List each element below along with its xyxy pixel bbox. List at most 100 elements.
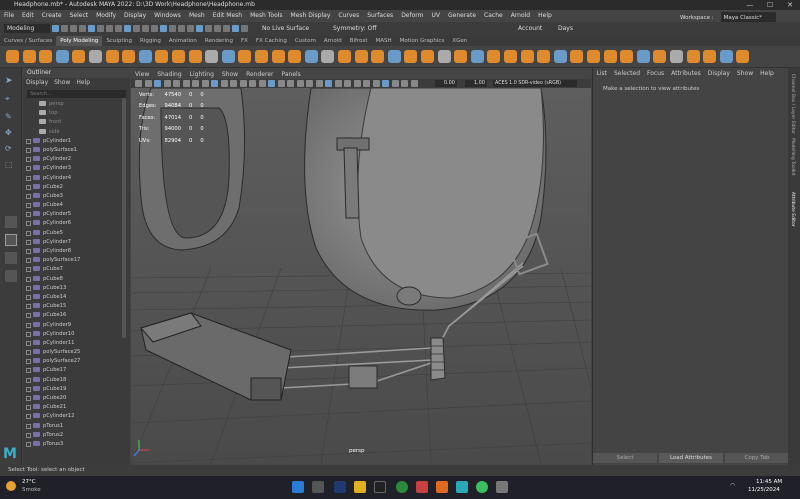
menu-file[interactable]: File bbox=[0, 10, 18, 22]
viewport-tool-icon[interactable] bbox=[239, 80, 247, 87]
status-tool-icon[interactable] bbox=[97, 25, 104, 32]
outliner-menu-show[interactable]: Show bbox=[51, 78, 73, 88]
paint-select-icon[interactable]: ✎ bbox=[5, 112, 12, 121]
outliner-item[interactable]: pCube5 bbox=[23, 229, 130, 238]
layout-four-icon[interactable] bbox=[5, 234, 17, 246]
outliner-item[interactable]: pCylinder5 bbox=[23, 210, 130, 219]
expand-icon[interactable] bbox=[26, 203, 31, 209]
expand-icon[interactable] bbox=[26, 138, 31, 144]
layout-outliner-icon[interactable] bbox=[5, 270, 17, 282]
expand-icon[interactable] bbox=[26, 258, 31, 264]
outliner-search-input[interactable]: Search... bbox=[27, 90, 126, 98]
menuset-dropdown[interactable]: Modeling bbox=[4, 24, 50, 33]
outliner-item[interactable]: pCube13 bbox=[23, 284, 130, 293]
outliner-item[interactable]: pCube3 bbox=[23, 192, 130, 201]
xbox-icon[interactable] bbox=[396, 481, 408, 493]
menu-mesh[interactable]: Mesh bbox=[185, 10, 209, 22]
shelf-tab-rigging[interactable]: Rigging bbox=[136, 36, 165, 46]
shelf-tab-xgen[interactable]: XGen bbox=[448, 36, 471, 46]
expand-icon[interactable] bbox=[26, 377, 31, 383]
shelf-tool-icon[interactable] bbox=[520, 50, 534, 63]
expand-icon[interactable] bbox=[26, 359, 31, 365]
shelf-tool-icon[interactable] bbox=[686, 50, 700, 63]
viewport-tool-icon[interactable] bbox=[135, 80, 142, 87]
rotate-tool-icon[interactable]: ⟳ bbox=[5, 144, 12, 153]
menu-edit[interactable]: Edit bbox=[18, 10, 38, 22]
viewport-menu-view[interactable]: View bbox=[131, 70, 153, 79]
outliner-item[interactable]: pCylinder7 bbox=[23, 238, 130, 247]
menu-generate[interactable]: Generate bbox=[444, 10, 480, 22]
outliner-item[interactable]: pTorus1 bbox=[23, 422, 130, 431]
shelf-tab-fx-caching[interactable]: FX Caching bbox=[252, 36, 291, 46]
shelf-tool-icon[interactable] bbox=[338, 50, 351, 63]
shelf-tool-icon[interactable] bbox=[288, 50, 302, 63]
viewport-menu-panels[interactable]: Panels bbox=[277, 70, 304, 79]
viewport-tool-icon[interactable] bbox=[220, 80, 228, 87]
shelf-tool-icon[interactable] bbox=[703, 50, 717, 63]
store-icon[interactable] bbox=[416, 481, 428, 493]
layout-single-icon[interactable] bbox=[5, 216, 17, 228]
outliner-item[interactable]: pCube15 bbox=[23, 302, 130, 311]
side-tab-attribute-editor[interactable]: Attribute Editor bbox=[790, 192, 795, 227]
menu-windows[interactable]: Windows bbox=[150, 10, 185, 22]
shelf-tool-icon[interactable] bbox=[487, 50, 501, 63]
shelf-tool-icon[interactable] bbox=[387, 50, 401, 63]
shelf-tab-poly-modeling[interactable]: Poly Modeling bbox=[56, 36, 103, 46]
brave-icon[interactable] bbox=[436, 481, 448, 493]
side-tab-modelling-toolkit[interactable]: Modelling Toolkit bbox=[790, 138, 795, 176]
viewport-tool-icon[interactable] bbox=[277, 80, 285, 87]
viewport-tool-icon[interactable] bbox=[249, 80, 256, 87]
attr-menu-selected[interactable]: Selected bbox=[611, 68, 644, 80]
outliner-item[interactable]: pCube2 bbox=[23, 183, 130, 192]
shelf-tool-icon[interactable] bbox=[238, 50, 252, 63]
expand-icon[interactable] bbox=[26, 212, 31, 218]
expand-icon[interactable] bbox=[26, 322, 31, 328]
expand-icon[interactable] bbox=[26, 368, 31, 374]
shelf-tool-icon[interactable] bbox=[138, 50, 152, 63]
expand-icon[interactable] bbox=[26, 414, 31, 420]
minimize-button[interactable]: — bbox=[740, 0, 760, 10]
shelf-tool-icon[interactable] bbox=[72, 50, 86, 63]
outliner-item[interactable]: pCylinder8 bbox=[23, 247, 130, 256]
lasso-tool-icon[interactable]: ⌖ bbox=[5, 94, 10, 104]
viewport-tool-icon[interactable] bbox=[296, 80, 304, 87]
outliner-item[interactable]: polySurface27 bbox=[23, 357, 130, 366]
status-tool-icon[interactable] bbox=[88, 25, 95, 32]
viewport-tool-icon[interactable] bbox=[287, 80, 294, 87]
viewport-tool-icon[interactable] bbox=[192, 80, 199, 87]
shelf-tab-rendering[interactable]: Rendering bbox=[201, 36, 237, 46]
shelf-tool-icon[interactable] bbox=[6, 50, 19, 63]
shelf-tool-icon[interactable] bbox=[89, 50, 102, 63]
expand-icon[interactable] bbox=[26, 276, 31, 282]
expand-icon[interactable] bbox=[26, 175, 31, 181]
expand-icon[interactable] bbox=[26, 386, 31, 392]
shelf-tool-icon[interactable] bbox=[304, 50, 318, 63]
expand-icon[interactable] bbox=[26, 249, 31, 254]
status-tool-icon[interactable] bbox=[133, 25, 140, 32]
shelf-tool-icon[interactable] bbox=[570, 50, 584, 63]
viewport-tool-icon[interactable] bbox=[173, 80, 180, 87]
expand-icon[interactable] bbox=[26, 157, 31, 163]
shelf-tool-icon[interactable] bbox=[188, 50, 202, 63]
outliner-item[interactable]: pCube17 bbox=[23, 366, 130, 375]
shelf-tab-bifrost[interactable]: Bifrost bbox=[346, 36, 372, 46]
expand-icon[interactable] bbox=[26, 221, 31, 227]
menu-surfaces[interactable]: Surfaces bbox=[363, 10, 397, 22]
outliner-item[interactable]: front bbox=[23, 118, 130, 127]
outliner-item[interactable]: pCylinder4 bbox=[23, 174, 130, 183]
shelf-tool-icon[interactable] bbox=[470, 50, 484, 63]
menu-help[interactable]: Help bbox=[534, 10, 556, 22]
shelf-tab-arnold[interactable]: Arnold bbox=[320, 36, 346, 46]
menu-deform[interactable]: Deform bbox=[397, 10, 427, 22]
menu-mesh-display[interactable]: Mesh Display bbox=[287, 10, 335, 22]
outliner-item[interactable]: polySurface1 bbox=[23, 146, 130, 155]
maximize-button[interactable]: ☐ bbox=[760, 0, 780, 10]
viewport-tool-icon[interactable] bbox=[211, 80, 218, 87]
outliner-item[interactable]: pCylinder9 bbox=[23, 321, 130, 330]
status-tool-icon[interactable] bbox=[79, 25, 86, 32]
outliner-item[interactable]: pTorus3 bbox=[23, 440, 130, 449]
whatsapp-icon[interactable] bbox=[476, 481, 488, 493]
menu-cache[interactable]: Cache bbox=[480, 10, 507, 22]
exposure-field[interactable]: 0.00 bbox=[435, 80, 457, 87]
viewport-menu-show[interactable]: Show bbox=[218, 70, 242, 79]
